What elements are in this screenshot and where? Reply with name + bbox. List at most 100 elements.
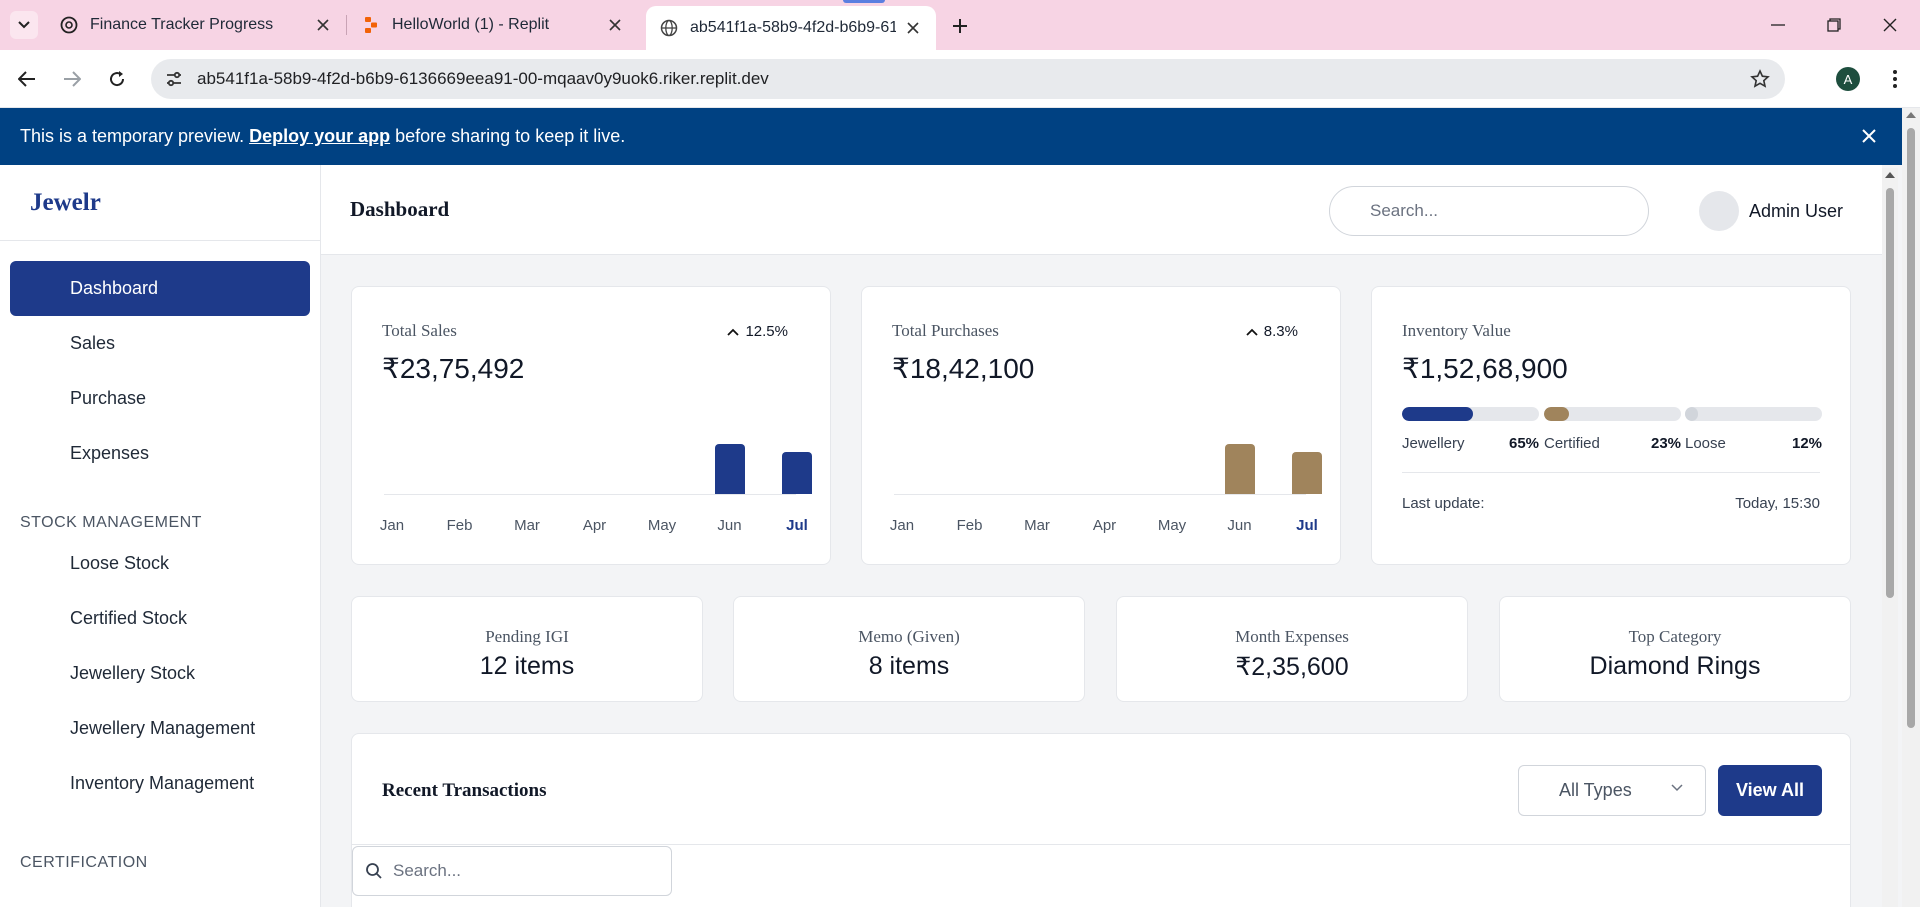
avatar[interactable] (1699, 191, 1739, 231)
month-label-feb: Feb (446, 517, 473, 534)
scroll-up-icon[interactable] (1885, 172, 1895, 178)
tab-title: HelloWorld (1) - Replit (392, 16, 550, 33)
segment-percent: 23% (1651, 435, 1682, 452)
preview-banner: This is a temporary preview. Deploy your… (0, 108, 1902, 165)
transaction-search-input[interactable]: Search... (352, 846, 672, 896)
plus-icon (953, 19, 967, 33)
section-stock-management: STOCK MANAGEMENT (20, 514, 202, 531)
tab-title: ab541f1a-58b9-4f2d-b6b9-613 (690, 19, 896, 36)
minimize-icon (1771, 24, 1785, 26)
address-bar[interactable]: ab541f1a-58b9-4f2d-b6b9-6136669eea91-00-… (151, 59, 1785, 99)
bar-jun[interactable] (1224, 444, 1255, 494)
month-label-jan: Jan (379, 517, 405, 534)
restore-icon (1827, 18, 1841, 32)
close-banner-icon[interactable] (1858, 125, 1880, 147)
sidebar-item-label: Expenses (70, 443, 150, 463)
stat-card-pending-igi[interactable]: Pending IGI 12 items (351, 596, 703, 702)
change-indicator: 8.3% (1246, 323, 1298, 340)
stat-card-month-expenses[interactable]: Month Expenses ₹2,35,600 (1116, 596, 1468, 702)
bar-jul[interactable] (1292, 452, 1322, 494)
view-all-button[interactable]: View All (1718, 765, 1822, 816)
card-value: ₹1,52,68,900 (1402, 353, 1568, 384)
sidebar-item-expenses[interactable]: Expenses (10, 426, 310, 481)
inventory-value-card: Inventory Value ₹1,52,68,900 Jewellery 6… (1371, 286, 1851, 565)
tab-title: Finance Tracker Progress (90, 16, 274, 33)
sidebar-item-dashboard[interactable]: Dashboard (10, 261, 310, 316)
content-scrollbar[interactable] (1882, 168, 1898, 907)
type-filter-select[interactable]: All Types (1518, 765, 1706, 816)
stat-title: Memo (Given) (858, 627, 960, 646)
sidebar-item-certified-stock[interactable]: Certified Stock (10, 591, 310, 646)
sidebar-item-label: Purchase (70, 388, 147, 408)
change-value: 12.5% (745, 323, 788, 340)
last-update-label: Last update: (1402, 495, 1485, 512)
chevron-down-icon (18, 21, 30, 29)
card-value: ₹23,75,492 (382, 353, 525, 384)
deploy-link[interactable]: Deploy your app (249, 126, 390, 147)
tab-separator (346, 15, 347, 35)
progress-fill (1685, 407, 1699, 421)
browser-menu-button[interactable] (1880, 64, 1910, 94)
sidebar-item-jewellery-management[interactable]: Jewellery Management (10, 701, 310, 756)
scrollbar-thumb[interactable] (1886, 188, 1894, 598)
tab-preview[interactable]: ab541f1a-58b9-4f2d-b6b9-613 (646, 6, 936, 50)
back-button[interactable] (12, 64, 42, 94)
select-value: All Types (1559, 780, 1632, 800)
stat-title: Top Category (1628, 627, 1722, 646)
scrollbar-thumb[interactable] (1907, 128, 1915, 728)
reload-icon (110, 71, 125, 87)
progress-fill (1402, 407, 1474, 421)
month-label-mar: Mar (1024, 517, 1050, 534)
stat-value: Diamond Rings (1589, 652, 1761, 680)
card-value: ₹18,42,100 (892, 353, 1035, 384)
globe-icon (660, 19, 678, 37)
profile-avatar[interactable]: A (1836, 67, 1860, 91)
page-header: Dashboard Search... Admin User (321, 165, 1882, 255)
bookmark-star-icon[interactable] (1745, 64, 1775, 94)
brand-logo[interactable]: Jewelr (0, 165, 320, 241)
month-label-jun: Jun (717, 517, 742, 534)
stat-card-top-category[interactable]: Top Category Diamond Rings (1499, 596, 1851, 702)
divider (352, 844, 1850, 845)
sidebar-item-label: Inventory Management (70, 773, 255, 793)
sidebar-item-sales[interactable]: Sales (10, 316, 310, 371)
user-name[interactable]: Admin User (1749, 201, 1843, 222)
bar-jul[interactable] (782, 452, 812, 494)
page-scrollbar[interactable] (1902, 108, 1920, 907)
reload-button[interactable] (102, 64, 132, 94)
recent-transactions-panel: Recent Transactions All Types View All S… (351, 733, 1851, 907)
restore-button[interactable] (1816, 10, 1852, 40)
change-value: 8.3% (1263, 323, 1298, 340)
chart-baseline (384, 494, 796, 495)
sidebar-item-label: Dashboard (70, 278, 159, 298)
sidebar-item-inventory-management[interactable]: Inventory Management (10, 756, 310, 811)
forward-button[interactable] (57, 64, 87, 94)
site-info-icon[interactable] (159, 64, 189, 94)
section-certification: CERTIFICATION (20, 854, 148, 871)
close-tab-icon[interactable] (314, 16, 332, 34)
new-tab-button[interactable] (946, 12, 974, 40)
scroll-up-icon[interactable] (1906, 112, 1916, 118)
tab-search-button[interactable] (10, 11, 38, 39)
sidebar-item-purchase[interactable]: Purchase (10, 371, 310, 426)
stat-card-memo-given[interactable]: Memo (Given) 8 items (733, 596, 1085, 702)
page-title: Dashboard (350, 197, 450, 221)
close-window-button[interactable] (1872, 10, 1908, 40)
tab-finance-tracker[interactable]: Finance Tracker Progress (46, 6, 346, 44)
change-indicator: 12.5% (727, 323, 788, 340)
month-label-feb: Feb (956, 517, 983, 534)
minimize-button[interactable] (1760, 10, 1796, 40)
chevron-up-icon (727, 328, 740, 336)
stat-value: ₹2,35,600 (1235, 653, 1349, 681)
sidebar-item-jewellery-stock[interactable]: Jewellery Stock (10, 646, 310, 701)
bar-jun[interactable] (714, 444, 745, 494)
close-tab-icon[interactable] (904, 19, 922, 37)
segment-percent: 12% (1792, 435, 1823, 452)
url-text: ab541f1a-58b9-4f2d-b6b9-6136669eea91-00-… (197, 69, 769, 88)
search-input[interactable]: Search... (1329, 186, 1649, 236)
progress-certified (1544, 407, 1681, 421)
sidebar-item-loose-stock[interactable]: Loose Stock (10, 536, 310, 591)
close-tab-icon[interactable] (606, 16, 624, 34)
tab-replit[interactable]: HelloWorld (1) - Replit (348, 6, 638, 44)
sidebar-item-label: Certified Stock (70, 608, 188, 628)
